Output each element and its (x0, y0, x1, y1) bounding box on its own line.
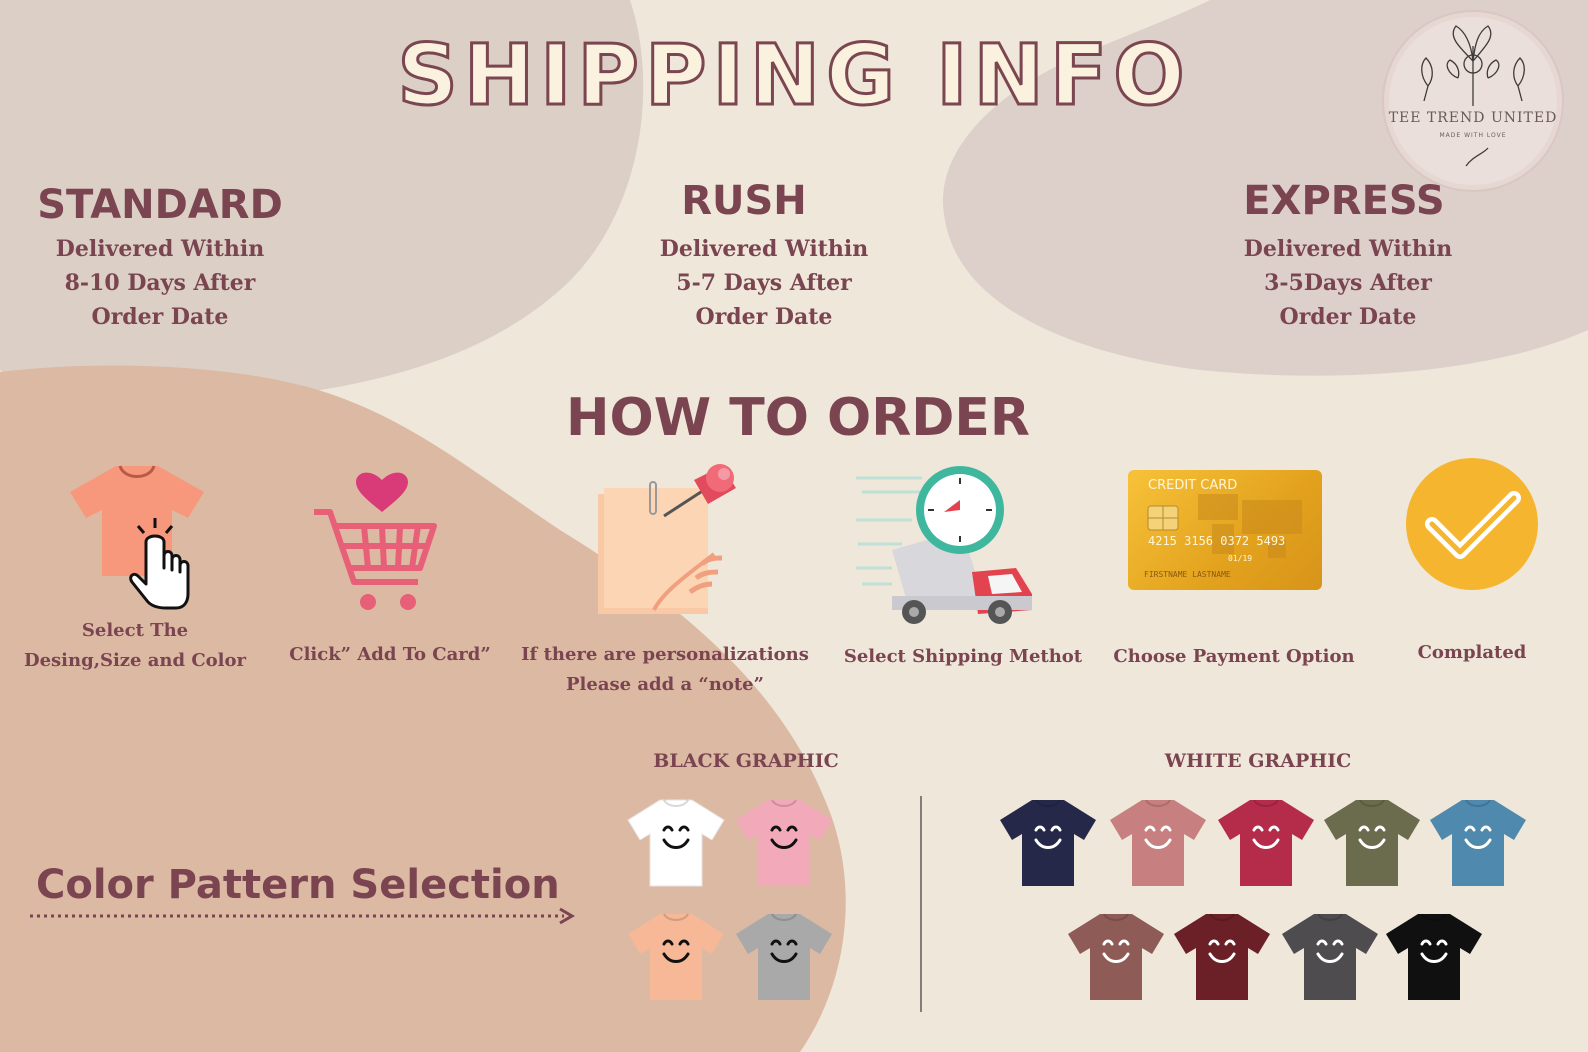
tshirt-swatch-black-graphic[interactable] (626, 796, 726, 888)
tier-description: Delivered Within 3-5Days After Order Dat… (1168, 232, 1528, 334)
tier-line: Delivered Within (55, 236, 265, 262)
tier-line: Order Date (695, 304, 833, 330)
tier-express: EXPRESS Delivered Within 3-5Days After O… (1168, 178, 1528, 334)
black-graphic-label: BLACK GRAPHIC (653, 750, 839, 772)
step-line: Click” Add To Card” (289, 644, 491, 665)
tier-description: Delivered Within 5-7 Days After Order Da… (584, 232, 944, 334)
tier-line: Order Date (91, 304, 229, 330)
step-line: Choose Payment Option (1113, 646, 1355, 667)
card-expiry: 01/19 (1228, 554, 1253, 563)
color-pattern-title: Color Pattern Selection (36, 862, 560, 908)
tier-name: EXPRESS (1243, 178, 1445, 224)
tier-line: Delivered Within (1243, 236, 1453, 262)
tshirt-pointer-icon (70, 465, 204, 610)
tier-name: RUSH (681, 178, 807, 224)
tshirt-swatch-white-graphic[interactable] (998, 796, 1098, 888)
tier-description: Delivered Within 8-10 Days After Order D… (0, 232, 340, 334)
tier-line: 8-10 Days After (64, 270, 256, 296)
step-label-shipping-method: Select Shipping Methot (813, 642, 1113, 672)
flower-badge-icon (1382, 10, 1564, 192)
shipping-info-infographic: SHIPPING INFO TEE TREND UNITED MADE WITH… (0, 0, 1588, 1052)
how-to-order-title: HOW TO ORDER (566, 388, 1030, 448)
step-label-personalization-note: If there are personalizations Please add… (515, 640, 815, 700)
card-label: CREDIT CARD (1148, 478, 1238, 493)
logo-tagline: MADE WITH LOVE (1439, 132, 1507, 139)
shopping-cart-heart-icon (314, 472, 437, 610)
tier-standard: STANDARD Delivered Within 8-10 Days Afte… (0, 182, 340, 334)
tier-line: 5-7 Days After (676, 270, 852, 296)
brand-logo: TEE TREND UNITED MADE WITH LOVE (1378, 6, 1568, 196)
page-title: SHIPPING INFO (396, 25, 1191, 126)
tshirt-swatch-white-graphic[interactable] (1428, 796, 1528, 888)
delivery-truck-clock-icon (856, 466, 1032, 624)
step-line: If there are personalizations (521, 644, 809, 665)
tier-rush: RUSH Delivered Within 5-7 Days After Ord… (584, 178, 944, 334)
tier-line: 3-5Days After (1264, 270, 1432, 296)
tshirt-swatch-white-graphic[interactable] (1216, 796, 1316, 888)
card-number: 4215 3156 0372 5493 (1148, 534, 1286, 548)
tshirt-swatch-white-graphic[interactable] (1280, 910, 1380, 1002)
check-circle-icon (1406, 458, 1538, 590)
card-holder: FIRSTNAME LASTNAME (1144, 570, 1231, 579)
tshirt-swatch-black-graphic[interactable] (626, 910, 726, 1002)
step-label-completed: Complated (1372, 638, 1572, 668)
tier-line: Order Date (1279, 304, 1417, 330)
divider-line (920, 796, 922, 1012)
step-label-payment-option: Choose Payment Option (1084, 642, 1384, 672)
tshirt-swatch-white-graphic[interactable] (1384, 910, 1484, 1002)
tier-name: STANDARD (37, 182, 283, 228)
step-line: Please add a “note” (566, 674, 764, 695)
white-graphic-label: WHITE GRAPHIC (1164, 750, 1352, 772)
credit-card-icon: CREDIT CARD 4215 3156 0372 5493 01/19 FI… (1128, 470, 1322, 590)
pinned-note-icon (598, 464, 736, 614)
step-label-add-to-card: Click” Add To Card” (240, 640, 540, 670)
dotted-arrow-icon (30, 907, 575, 925)
step-line: Select Shipping Methot (843, 646, 1083, 667)
tshirt-swatch-white-graphic[interactable] (1108, 796, 1208, 888)
logo-name: TEE TREND UNITED (1388, 110, 1558, 126)
tshirt-swatch-white-graphic[interactable] (1322, 796, 1422, 888)
tshirt-swatch-white-graphic[interactable] (1066, 910, 1166, 1002)
step-line: Complated (1417, 642, 1527, 663)
tshirt-swatch-black-graphic[interactable] (734, 796, 834, 888)
tshirt-swatch-black-graphic[interactable] (734, 910, 834, 1002)
tshirt-swatch-white-graphic[interactable] (1172, 910, 1272, 1002)
tier-line: Delivered Within (659, 236, 869, 262)
